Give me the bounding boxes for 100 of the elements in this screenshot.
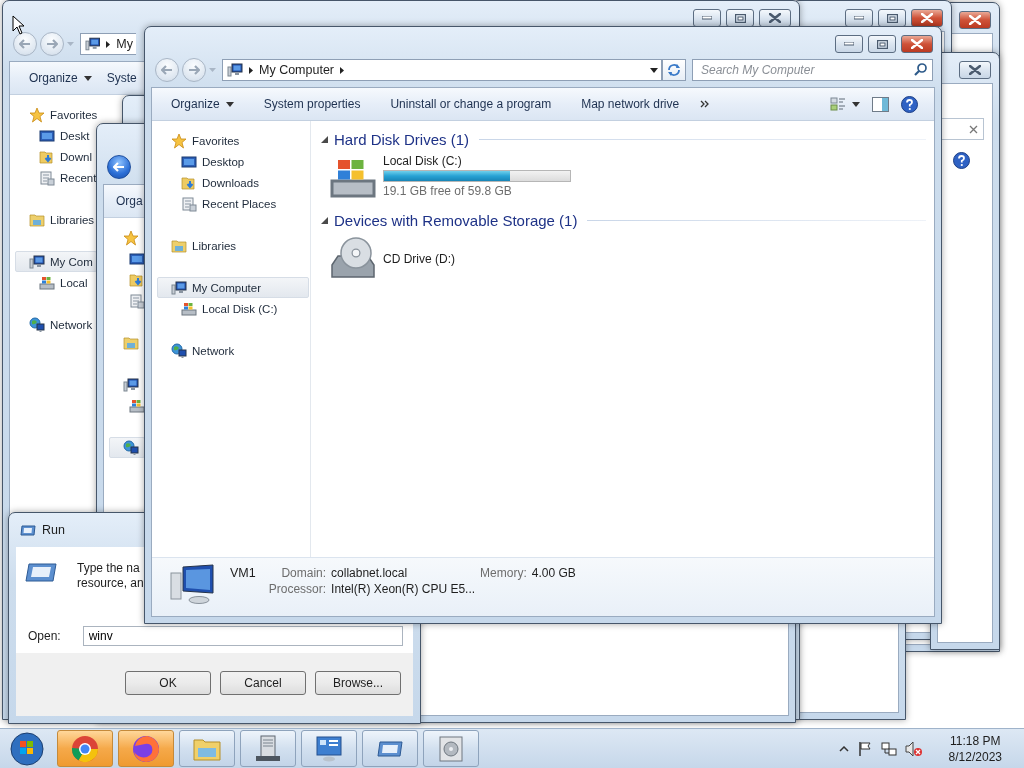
collapse-icon[interactable]	[321, 216, 328, 224]
drive-name[interactable]: Local Disk (C:)	[383, 154, 571, 168]
computer-name: VM1	[230, 566, 256, 580]
nav-item[interactable]: Downloads	[157, 172, 309, 193]
toolbar-button[interactable]: Organize	[14, 62, 94, 94]
star-icon	[29, 106, 45, 123]
flag-icon[interactable]	[856, 740, 873, 757]
computer-icon	[85, 36, 101, 52]
nav-item[interactable]: Recent Places	[157, 193, 309, 214]
nav-item[interactable]: Desktop	[157, 151, 309, 172]
close-button[interactable]	[959, 11, 991, 29]
caret-icon	[67, 42, 74, 46]
taskbar-button[interactable]	[57, 730, 113, 767]
toolbar-button[interactable]: Syste	[93, 62, 137, 94]
toolbar-button[interactable]: Uninstall or change a program	[375, 88, 567, 120]
clear-icon[interactable]	[969, 124, 978, 134]
nav-item[interactable]: Network	[15, 314, 97, 335]
minimize-button[interactable]	[845, 9, 873, 27]
maximize-button[interactable]	[726, 9, 754, 27]
close-icon	[921, 13, 933, 23]
toolbar-button[interactable]: Map network drive	[566, 88, 695, 120]
minimize-button[interactable]	[835, 35, 863, 53]
taskbar-button[interactable]	[118, 730, 174, 767]
close-icon	[969, 15, 981, 25]
nav-item[interactable]: Favorites	[15, 104, 97, 125]
nav-item[interactable]: Libraries	[15, 209, 97, 230]
network-icon	[123, 439, 139, 456]
nav-item[interactable]: Network	[157, 340, 309, 361]
volume-muted-icon[interactable]	[904, 740, 923, 757]
address-bar[interactable]: My Computer	[222, 59, 662, 81]
clock-date: 8/12/2023	[948, 748, 1002, 765]
open-field[interactable]: winv	[82, 626, 403, 646]
computer-icon	[171, 279, 187, 296]
close-button[interactable]	[759, 9, 791, 27]
nav-item[interactable]: Local Disk (C:)	[157, 298, 309, 319]
close-button[interactable]	[901, 35, 933, 53]
nav-item[interactable]: My Computer	[157, 277, 309, 298]
start-orb-icon	[9, 730, 45, 767]
caret-icon	[225, 101, 234, 107]
maximize-icon	[734, 13, 746, 23]
breadcrumb-arrow-icon	[340, 66, 345, 74]
minimize-button[interactable]	[693, 9, 721, 27]
dialog-button[interactable]: Cancel	[220, 671, 306, 695]
prompt-text: Type the na resource, an	[77, 561, 144, 591]
dialog-title: Run	[42, 523, 65, 537]
nav-item[interactable]: Deskt	[15, 125, 97, 146]
preview-pane-icon	[872, 96, 889, 112]
dialog-button[interactable]: Browse...	[315, 671, 401, 695]
folder-icon	[123, 334, 139, 351]
clock[interactable]: 11:18 PM 8/12/2023	[948, 732, 1002, 765]
close-icon	[969, 65, 981, 75]
maximize-icon	[876, 39, 888, 49]
taskbar-button[interactable]	[362, 730, 418, 767]
refresh-button[interactable]	[662, 59, 686, 81]
folder-icon	[29, 211, 45, 228]
document-icon	[129, 292, 145, 309]
detail-label: Processor:	[268, 582, 327, 596]
search-field[interactable]: Search My Computer	[692, 59, 933, 81]
document-icon	[39, 169, 55, 186]
control-panel-icon	[314, 733, 344, 764]
toolbar-button[interactable]: Organize	[156, 88, 249, 120]
drive-name[interactable]: CD Drive (D:)	[383, 252, 455, 266]
back-button[interactable]	[107, 155, 131, 179]
toolbar-button[interactable]: System properties	[248, 88, 376, 120]
help-icon[interactable]	[953, 152, 970, 169]
show-hidden-icons-icon[interactable]	[838, 745, 849, 752]
network-icon[interactable]	[880, 740, 897, 757]
address-text[interactable]: My	[116, 37, 133, 51]
taskbar-button[interactable]	[301, 730, 357, 767]
address-text[interactable]: My Computer	[259, 63, 335, 77]
hard-drive-icon	[39, 274, 55, 291]
detail-label: Memory:	[480, 566, 527, 580]
computer-icon	[123, 376, 139, 393]
toolbar-button[interactable]: Orga	[108, 185, 143, 217]
address-bar[interactable]: My	[80, 33, 136, 55]
nav-item[interactable]: Favorites	[157, 130, 309, 151]
nav-item[interactable]	[109, 437, 145, 458]
nav-item[interactable]: Recent	[15, 167, 97, 188]
group-title: Devices with Removable Storage (1)	[334, 211, 578, 229]
folder-icon	[181, 174, 197, 191]
star-icon	[123, 229, 139, 246]
view-icon	[830, 96, 846, 112]
nav-item[interactable]: Local	[15, 272, 97, 293]
desktop-icon	[181, 153, 197, 170]
maximize-icon	[886, 13, 898, 23]
nav-item[interactable]: My Com	[15, 251, 97, 272]
taskbar-button[interactable]	[240, 730, 296, 767]
open-label: Open:	[28, 629, 61, 643]
search-field[interactable]	[940, 118, 984, 140]
maximize-button[interactable]	[878, 9, 906, 27]
minimize-icon	[702, 16, 712, 20]
collapse-icon[interactable]	[321, 135, 328, 143]
hard-drive-icon	[129, 397, 145, 414]
browser-icon	[70, 733, 100, 764]
nav-item[interactable]: Downl	[15, 146, 97, 167]
close-button[interactable]	[911, 9, 943, 27]
nav-item[interactable]: Libraries	[157, 235, 309, 256]
maximize-button[interactable]	[868, 35, 896, 53]
dialog-button[interactable]: OK	[125, 671, 211, 695]
close-button[interactable]	[959, 61, 991, 79]
